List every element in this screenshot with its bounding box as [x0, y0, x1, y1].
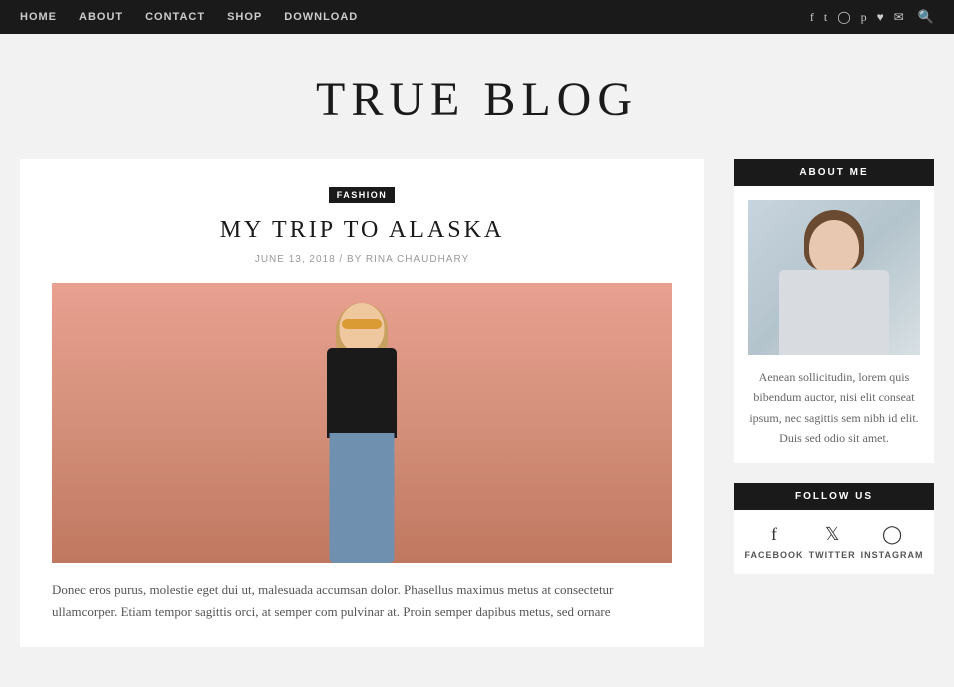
follow-widget: FOLLOW US f FACEBOOK 𝕏 TWITTER ◯ INSTAGR… — [734, 483, 934, 574]
post-title: MY TRIP TO ALASKA — [52, 217, 672, 244]
sidebar: ABOUT ME Aenean sollicitudin, lorem quis… — [734, 159, 934, 647]
facebook-label: FACEBOOK — [745, 550, 804, 560]
main-content: FASHION MY TRIP TO ALASKA JUNE 13, 2018 … — [20, 159, 704, 647]
site-header: TRUE BLOG — [0, 34, 954, 159]
main-nav: HOME ABOUT CONTACT SHOP DOWNLOAD f t ◯ p… — [0, 0, 954, 34]
pinterest-icon[interactable]: p — [861, 10, 867, 25]
nav-right: f t ◯ p ♥ ✉ 🔍 — [810, 9, 934, 25]
search-icon[interactable]: 🔍 — [918, 9, 934, 25]
nav-links: HOME ABOUT CONTACT SHOP DOWNLOAD — [20, 11, 358, 23]
email-icon[interactable]: ✉ — [894, 10, 904, 25]
main-container: FASHION MY TRIP TO ALASKA JUNE 13, 2018 … — [0, 159, 954, 687]
instagram-label: INSTAGRAM — [861, 550, 924, 560]
nav-contact[interactable]: CONTACT — [145, 11, 205, 23]
facebook-follow-icon: f — [771, 524, 777, 545]
instagram-icon[interactable]: ◯ — [837, 10, 850, 25]
follow-facebook[interactable]: f FACEBOOK — [745, 524, 804, 560]
about-widget: ABOUT ME Aenean sollicitudin, lorem quis… — [734, 159, 934, 463]
post-category[interactable]: FASHION — [329, 187, 396, 203]
post-excerpt: Donec eros purus, molestie eget dui ut, … — [52, 579, 672, 623]
nav-about[interactable]: ABOUT — [79, 11, 123, 23]
twitter-label: TWITTER — [809, 550, 856, 560]
post-meta: JUNE 13, 2018 / BY RINA CHAUDHARY — [52, 254, 672, 265]
site-title: TRUE BLOG — [0, 72, 954, 127]
about-text: Aenean sollicitudin, lorem quis bibendum… — [748, 367, 920, 449]
post-image-figure — [292, 303, 432, 563]
nav-shop[interactable]: SHOP — [227, 11, 262, 23]
post-card: FASHION MY TRIP TO ALASKA JUNE 13, 2018 … — [20, 159, 704, 647]
post-image — [52, 283, 672, 563]
twitter-icon[interactable]: t — [824, 10, 827, 25]
nav-home[interactable]: HOME — [20, 11, 57, 23]
follow-twitter[interactable]: 𝕏 TWITTER — [809, 524, 856, 560]
instagram-follow-icon: ◯ — [882, 524, 902, 545]
about-widget-body: Aenean sollicitudin, lorem quis bibendum… — [734, 186, 934, 463]
follow-widget-header: FOLLOW US — [734, 483, 934, 510]
heart-icon[interactable]: ♥ — [877, 10, 884, 25]
about-widget-header: ABOUT ME — [734, 159, 934, 186]
about-image — [748, 200, 920, 355]
follow-instagram[interactable]: ◯ INSTAGRAM — [861, 524, 924, 560]
facebook-icon[interactable]: f — [810, 10, 814, 25]
twitter-follow-icon: 𝕏 — [825, 524, 840, 545]
follow-icons: f FACEBOOK 𝕏 TWITTER ◯ INSTAGRAM — [734, 510, 934, 574]
nav-download[interactable]: DOWNLOAD — [284, 11, 358, 23]
